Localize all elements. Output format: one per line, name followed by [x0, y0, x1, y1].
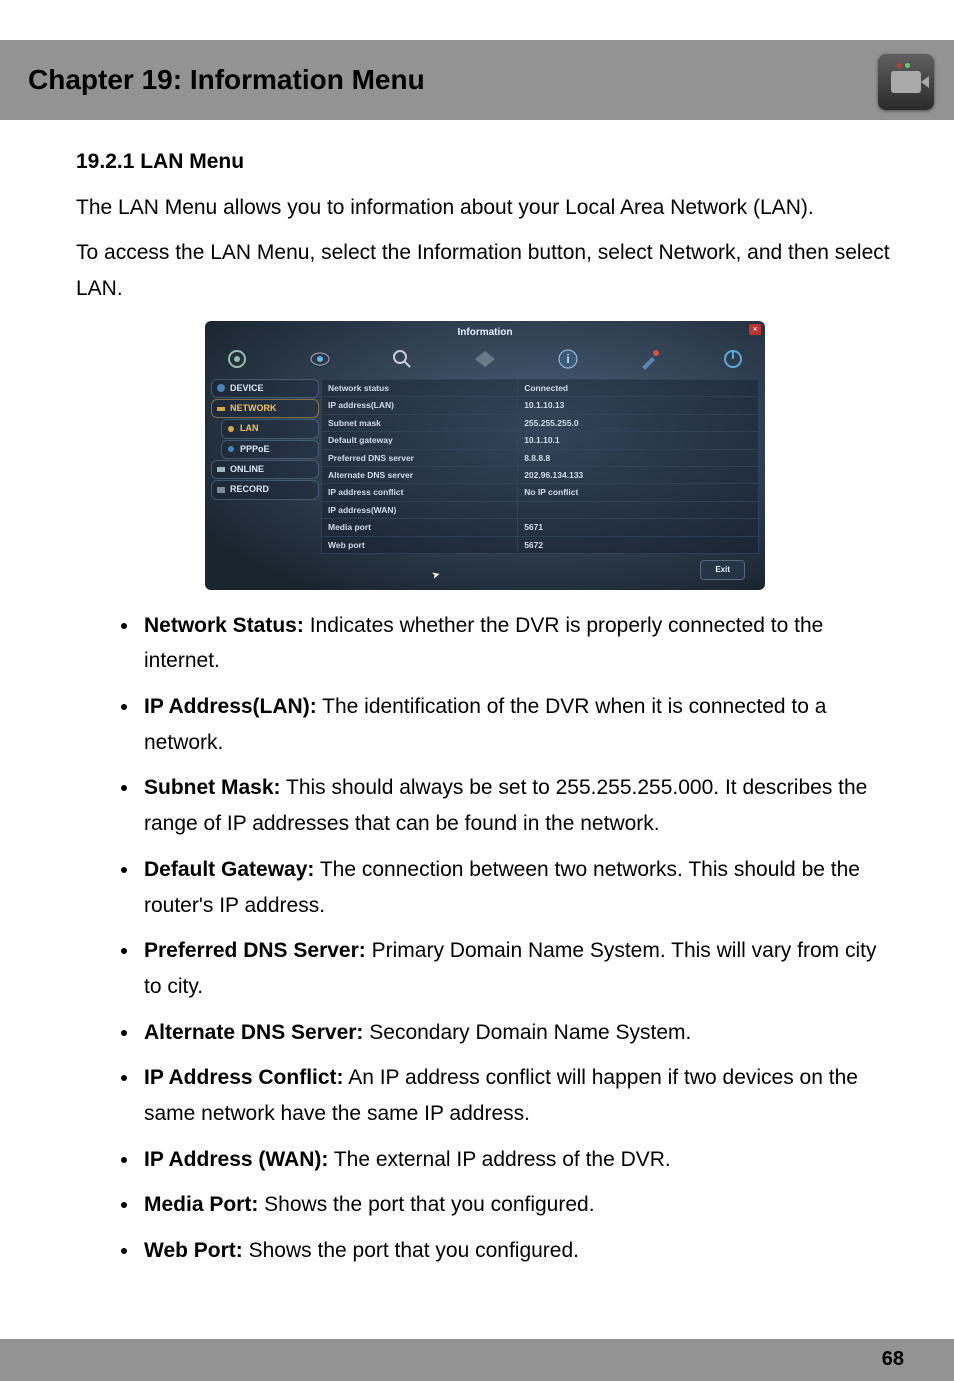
window-title: Information — [205, 321, 765, 343]
table-row: Network statusConnected — [321, 379, 759, 397]
section-heading: 19.2.1 LAN Menu — [76, 144, 894, 180]
term: IP Address (WAN): — [144, 1148, 328, 1171]
network-icon — [216, 404, 226, 414]
info-icon[interactable]: i — [552, 345, 584, 373]
term: IP Address(LAN): — [144, 695, 317, 718]
search-magnifier-icon[interactable] — [386, 345, 418, 373]
sidebar-item-device[interactable]: DEVICE — [211, 379, 319, 398]
term-desc: Secondary Domain Name System. — [363, 1021, 691, 1044]
sidebar-item-label: LAN — [240, 421, 259, 436]
row-label: Web port — [322, 537, 518, 553]
row-label: IP address conflict — [322, 484, 518, 500]
camera-icon — [878, 54, 934, 110]
term: Network Status: — [144, 614, 304, 637]
list-item: IP Address(LAN): The identification of t… — [140, 689, 894, 760]
sidebar-item-record[interactable]: RECORD — [211, 480, 319, 499]
table-row: IP address conflictNo IP conflict — [321, 484, 759, 501]
intro-paragraph-1: The LAN Menu allows you to information a… — [76, 190, 894, 226]
term: Web Port: — [144, 1239, 243, 1262]
row-value: 10.1.10.13 — [518, 397, 758, 413]
row-label: Default gateway — [322, 432, 518, 448]
row-value: 10.1.10.1 — [518, 432, 758, 448]
sidebar-item-label: NETWORK — [230, 401, 277, 416]
list-item: Default Gateway: The connection between … — [140, 852, 894, 923]
row-label: Media port — [322, 519, 518, 535]
term: Alternate DNS Server: — [144, 1021, 363, 1044]
term: Preferred DNS Server: — [144, 939, 366, 962]
table-row: IP address(WAN) — [321, 502, 759, 519]
page-content: 19.2.1 LAN Menu The LAN Menu allows you … — [0, 120, 954, 1319]
sidebar-item-network[interactable]: NETWORK — [211, 399, 319, 418]
sidebar-item-label: RECORD — [230, 482, 269, 497]
row-label: Network status — [322, 380, 518, 396]
power-icon[interactable] — [717, 345, 749, 373]
row-label: Alternate DNS server — [322, 467, 518, 483]
row-value: Connected — [518, 380, 758, 396]
term-desc: The external IP address of the DVR. — [328, 1148, 670, 1171]
row-label: Subnet mask — [322, 415, 518, 431]
sidebar-item-pppoe[interactable]: PPPoE — [221, 440, 319, 459]
list-item: Media Port: Shows the port that you conf… — [140, 1187, 894, 1223]
settings-gear-icon[interactable] — [221, 345, 253, 373]
term: Media Port: — [144, 1193, 258, 1216]
term: IP Address Conflict: — [144, 1066, 344, 1089]
info-table: Network statusConnected IP address(LAN)1… — [321, 379, 759, 554]
row-label: IP address(LAN) — [322, 397, 518, 413]
list-item: IP Address Conflict: An IP address confl… — [140, 1060, 894, 1131]
record-icon — [216, 485, 226, 495]
sidebar: DEVICE NETWORK LAN — [205, 379, 321, 554]
row-label: IP address(WAN) — [322, 502, 518, 518]
sidebar-item-online[interactable]: ONLINE — [211, 460, 319, 479]
row-value: 8.8.8.8 — [518, 450, 758, 466]
term: Default Gateway: — [144, 858, 314, 881]
row-label: Preferred DNS server — [322, 450, 518, 466]
lan-icon — [226, 424, 236, 434]
device-icon — [216, 383, 226, 393]
sidebar-item-label: PPPoE — [240, 442, 270, 457]
row-value: 5671 — [518, 519, 758, 535]
sidebar-item-label: DEVICE — [230, 381, 264, 396]
table-row: Web port5672 — [321, 537, 759, 554]
exit-button[interactable]: Exit — [700, 560, 745, 580]
term: Subnet Mask: — [144, 776, 281, 799]
sidebar-item-label: ONLINE — [230, 462, 264, 477]
list-item: Alternate DNS Server: Secondary Domain N… — [140, 1015, 894, 1051]
page-footer: 68 — [0, 1339, 954, 1381]
table-row: Alternate DNS server202.96.134.133 — [321, 467, 759, 484]
row-value — [518, 502, 758, 518]
tools-icon[interactable] — [634, 345, 666, 373]
term-desc: Shows the port that you configured. — [243, 1239, 579, 1262]
table-row: Preferred DNS server8.8.8.8 — [321, 450, 759, 467]
table-row: IP address(LAN)10.1.10.13 — [321, 397, 759, 414]
close-button[interactable]: × — [749, 324, 761, 335]
list-item: Subnet Mask: This should always be set t… — [140, 770, 894, 841]
pppoe-icon — [226, 444, 236, 454]
chapter-title: Chapter 19: Information Menu — [28, 64, 425, 96]
term-desc: Shows the port that you configured. — [258, 1193, 594, 1216]
row-value: No IP conflict — [518, 484, 758, 500]
sidebar-item-lan[interactable]: LAN — [221, 419, 319, 438]
row-value: 255.255.255.0 — [518, 415, 758, 431]
list-item: Preferred DNS Server: Primary Domain Nam… — [140, 933, 894, 1004]
intro-paragraph-2: To access the LAN Menu, select the Infor… — [76, 235, 894, 306]
embedded-screenshot-container: Information × i — [76, 321, 894, 590]
list-item: Network Status: Indicates whether the DV… — [140, 608, 894, 679]
hdd-icon[interactable] — [469, 345, 501, 373]
definition-list: Network Status: Indicates whether the DV… — [76, 608, 894, 1269]
information-window: Information × i — [205, 321, 765, 590]
list-item: IP Address (WAN): The external IP addres… — [140, 1142, 894, 1178]
table-row: Default gateway10.1.10.1 — [321, 432, 759, 449]
top-icon-row: i — [205, 343, 765, 379]
svg-text:i: i — [566, 352, 569, 366]
list-item: Web Port: Shows the port that you config… — [140, 1233, 894, 1269]
chapter-header: Chapter 19: Information Menu — [0, 40, 954, 120]
row-value: 202.96.134.133 — [518, 467, 758, 483]
table-row: Subnet mask255.255.255.0 — [321, 415, 759, 432]
online-icon — [216, 465, 226, 475]
eye-camera-icon[interactable] — [304, 345, 336, 373]
row-value: 5672 — [518, 537, 758, 553]
table-row: Media port5671 — [321, 519, 759, 536]
